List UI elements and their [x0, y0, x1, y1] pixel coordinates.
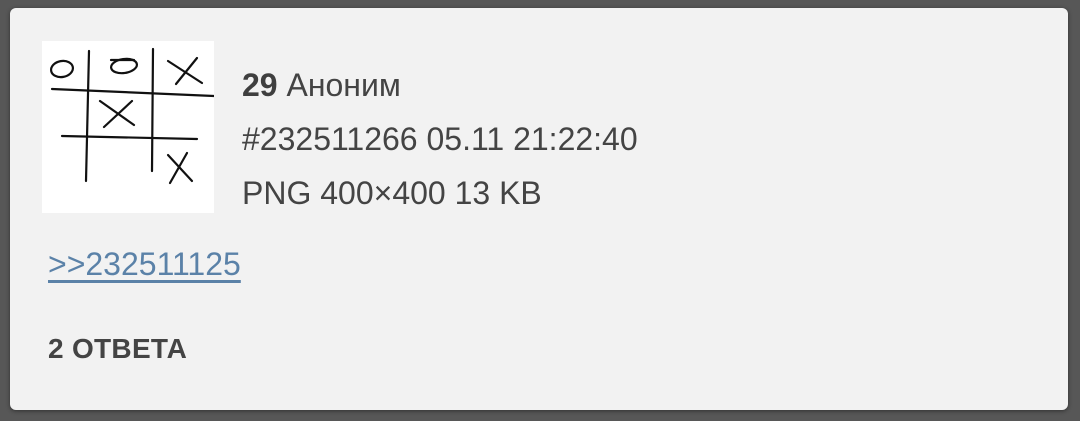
reply-quote-link[interactable]: >>232511125	[48, 246, 241, 283]
x-mark	[174, 56, 199, 86]
grid-line	[60, 134, 199, 141]
post-time: 21:22:40	[513, 121, 638, 157]
post-number: 29	[242, 67, 278, 103]
post-header-row: 29 Аноним	[242, 58, 638, 112]
replies-button[interactable]: 2 ОТВЕТА	[48, 333, 187, 365]
post-id-row: #232511266 05.11 21:22:40	[242, 112, 638, 166]
x-mark	[168, 151, 189, 185]
file-info-row: PNG 400×400 13 KB	[242, 166, 638, 220]
post-preview-popup: 29 Аноним #232511266 05.11 21:22:40 PNG …	[10, 8, 1068, 410]
o-mark	[49, 59, 75, 79]
grid-line	[150, 47, 155, 173]
grid-line	[50, 87, 214, 98]
x-mark	[102, 99, 134, 129]
x-mark	[166, 153, 194, 183]
post-metadata: 29 Аноним #232511266 05.11 21:22:40 PNG …	[242, 58, 638, 220]
post-thumbnail[interactable]	[42, 41, 214, 213]
tic-tac-toe-icon	[49, 47, 214, 185]
grid-line	[84, 49, 91, 183]
post-author: Аноним	[286, 67, 401, 103]
post-id[interactable]: #232511266	[242, 121, 418, 157]
post-date: 05.11	[426, 121, 505, 157]
file-info: PNG 400×400 13 KB	[242, 175, 542, 211]
